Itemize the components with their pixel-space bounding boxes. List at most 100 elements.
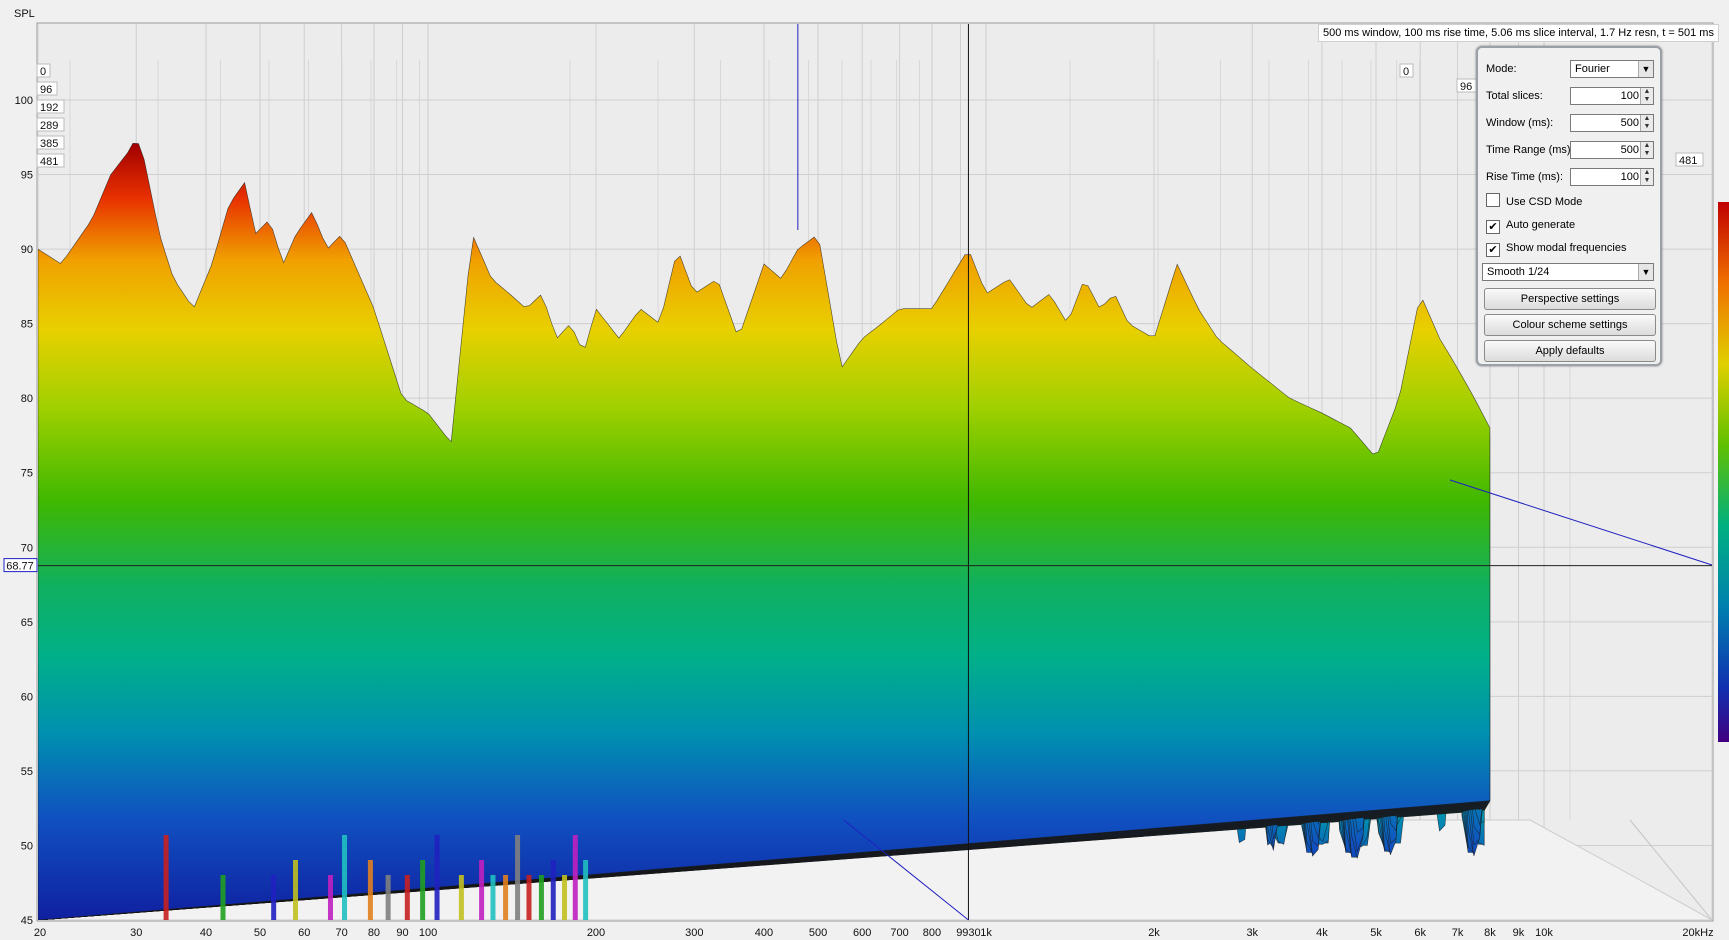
- x-tick-label: 700: [890, 927, 908, 939]
- time-range-input[interactable]: 500 ▲ ▼: [1570, 141, 1654, 159]
- modal-bar: [458, 875, 464, 920]
- checkmark-icon[interactable]: ✔: [1486, 243, 1500, 257]
- window-value: 500: [1620, 117, 1639, 129]
- rise-time-input[interactable]: 100 ▲ ▼: [1570, 168, 1654, 186]
- y-tick-label: 60: [21, 691, 33, 703]
- show-modal-label: Show modal frequencies: [1506, 242, 1627, 254]
- checkmark-icon[interactable]: ✔: [1486, 220, 1500, 234]
- waterfall-chart[interactable]: 100 95 90 85 80 75 70 65 60 55 50 45 68.77 20 30 40 50 60…: [0, 0, 1729, 940]
- x-tick-label: 20kHz: [1682, 927, 1713, 939]
- total-slices-input[interactable]: 100 ▲ ▼: [1570, 87, 1654, 105]
- show-modal-checkbox[interactable]: ✔ Show modal frequencies: [1486, 239, 1626, 257]
- x-tick-label: 3k: [1246, 927, 1258, 939]
- window-label: Window (ms):: [1486, 117, 1554, 129]
- y-tick-label: 95: [21, 170, 33, 182]
- modal-bar: [526, 875, 532, 920]
- auto-generate-label: Auto generate: [1506, 219, 1576, 231]
- x-tick-label: 500: [809, 927, 827, 939]
- modal-bar: [550, 860, 556, 920]
- x-tick-label: 5k: [1370, 927, 1382, 939]
- modal-bar: [342, 835, 348, 920]
- modal-bar: [479, 860, 485, 920]
- modal-bar: [367, 860, 373, 920]
- x-tick-label: 600: [853, 927, 871, 939]
- spin-arrows-icon[interactable]: ▲ ▼: [1640, 169, 1653, 185]
- auto-generate-checkbox[interactable]: ✔ Auto generate: [1486, 216, 1575, 234]
- time-tick-label: 481: [1679, 155, 1697, 167]
- modal-bar: [562, 875, 568, 920]
- checkbox-icon[interactable]: [1486, 193, 1500, 207]
- time-tick-label: 96: [1460, 81, 1472, 93]
- x-tick-label: 1k: [980, 927, 992, 939]
- time-tick-label: 0: [40, 66, 46, 78]
- x-tick-label: 800: [923, 927, 941, 939]
- x-tick-label: 50: [254, 927, 266, 939]
- modal-bar: [220, 875, 226, 920]
- x-tick-label: 9k: [1513, 927, 1525, 939]
- colour-scheme-settings-button[interactable]: Colour scheme settings: [1484, 314, 1656, 336]
- x-tick-label: 40: [200, 927, 212, 939]
- modal-bar: [434, 835, 440, 920]
- x-tick-label: 20: [34, 927, 46, 939]
- mode-value: Fourier: [1575, 63, 1610, 75]
- y-tick-label: 65: [21, 617, 33, 629]
- total-slices-value: 100: [1620, 90, 1639, 102]
- y-tick-label: 100: [15, 95, 33, 107]
- y-tick-label: 75: [21, 468, 33, 480]
- chevron-down-icon[interactable]: ▼: [1638, 61, 1653, 77]
- window-input[interactable]: 500 ▲ ▼: [1570, 114, 1654, 132]
- y-axis-title: SPL: [14, 8, 35, 20]
- x-tick-label: 7k: [1452, 927, 1464, 939]
- time-tick-label: 0: [1403, 66, 1409, 78]
- mode-label: Mode:: [1486, 63, 1517, 75]
- x-tick-label: 8k: [1484, 927, 1496, 939]
- x-tick-label: 9930: [956, 927, 980, 939]
- y-tick-label: 70: [21, 542, 33, 554]
- modal-bar: [420, 860, 426, 920]
- time-tick-label: 192: [40, 102, 58, 114]
- modal-bar: [490, 875, 496, 920]
- use-csd-label: Use CSD Mode: [1506, 196, 1583, 208]
- x-tick-label: 6k: [1414, 927, 1426, 939]
- time-tick-label: 385: [40, 138, 58, 150]
- modal-bar: [163, 835, 169, 920]
- y-tick-label: 85: [21, 319, 33, 331]
- smoothing-select[interactable]: Smooth 1/24 ▼: [1482, 263, 1654, 281]
- modal-bar: [271, 875, 277, 920]
- time-range-label: Time Range (ms):: [1486, 144, 1574, 156]
- x-tick-label: 70: [335, 927, 347, 939]
- time-range-value: 500: [1620, 144, 1639, 156]
- time-tick-label: 96: [40, 84, 52, 96]
- x-tick-label: 2k: [1148, 927, 1160, 939]
- spin-arrows-icon[interactable]: ▲ ▼: [1640, 88, 1653, 104]
- x-tick-label: 80: [368, 927, 380, 939]
- y-tick-label: 55: [21, 766, 33, 778]
- chevron-down-icon[interactable]: ▼: [1638, 264, 1653, 280]
- perspective-settings-button[interactable]: Perspective settings: [1484, 288, 1656, 310]
- waterfall-controls-panel: Mode: Fourier ▼ Total slices: 100 ▲ ▼ Win…: [1476, 46, 1662, 366]
- x-tick-label: 200: [587, 927, 605, 939]
- modal-bar: [293, 860, 299, 920]
- modal-bar: [503, 875, 509, 920]
- modal-bar: [538, 875, 544, 920]
- cursor-value-text: 68.77: [6, 561, 34, 573]
- y-tick-label: 50: [21, 840, 33, 852]
- x-tick-label: 400: [755, 927, 773, 939]
- spin-arrows-icon[interactable]: ▲ ▼: [1640, 142, 1653, 158]
- colour-scale-bar: [1718, 202, 1729, 742]
- cursor-value-readout: 68.77: [3, 558, 38, 573]
- mode-select[interactable]: Fourier ▼: [1570, 60, 1654, 78]
- x-tick-label: 100: [419, 927, 437, 939]
- x-tick-label: 30: [130, 927, 142, 939]
- modal-bar: [327, 875, 333, 920]
- rise-time-label: Rise Time (ms):: [1486, 171, 1563, 183]
- modal-bar: [572, 835, 578, 920]
- total-slices-label: Total slices:: [1486, 90, 1543, 102]
- y-tick-label: 45: [21, 915, 33, 927]
- x-tick-label: 10k: [1535, 927, 1553, 939]
- spin-arrows-icon[interactable]: ▲ ▼: [1640, 115, 1653, 131]
- x-tick-label: 300: [685, 927, 703, 939]
- apply-defaults-button[interactable]: Apply defaults: [1484, 340, 1656, 362]
- y-tick-label: 90: [21, 244, 33, 256]
- use-csd-checkbox[interactable]: Use CSD Mode: [1486, 193, 1582, 211]
